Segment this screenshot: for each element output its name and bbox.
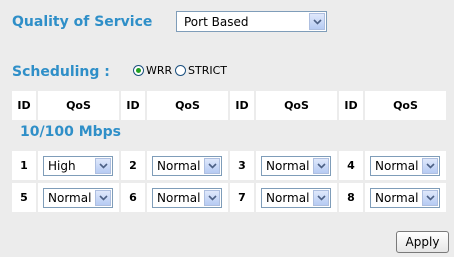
port-id: 5 xyxy=(12,183,36,212)
port-qos-value: Normal xyxy=(157,191,201,205)
port-qos-value: Normal xyxy=(375,191,419,205)
qos-title: Quality of Service xyxy=(12,14,153,30)
column-header-qos: QoS xyxy=(365,91,446,120)
port-id: 7 xyxy=(230,183,254,212)
port-qos-cell: Normal xyxy=(365,183,446,212)
chevron-down-icon[interactable] xyxy=(422,190,438,206)
chevron-down-icon[interactable] xyxy=(313,158,329,174)
apply-button[interactable]: Apply xyxy=(396,231,449,253)
port-qos-value: High xyxy=(48,159,76,173)
port-qos-select[interactable]: Normal xyxy=(261,188,331,208)
port-qos-select[interactable]: Normal xyxy=(370,188,440,208)
column-header-id: ID xyxy=(12,91,36,120)
port-qos-table: ID QoS ID QoS ID QoS ID QoS 10/100 Mbps … xyxy=(12,91,452,214)
port-qos-cell: Normal xyxy=(147,183,228,212)
port-qos-cell: High xyxy=(38,151,119,180)
port-id: 1 xyxy=(12,151,36,180)
chevron-down-icon[interactable] xyxy=(309,13,325,30)
qos-mode-value: Port Based xyxy=(184,15,249,29)
port-id: 4 xyxy=(339,151,363,180)
port-qos-value: Normal xyxy=(48,191,92,205)
chevron-down-icon[interactable] xyxy=(95,190,111,206)
chevron-down-icon[interactable] xyxy=(313,190,329,206)
radio-icon[interactable] xyxy=(133,65,144,76)
port-qos-value: Normal xyxy=(266,191,310,205)
radio-icon[interactable] xyxy=(175,65,186,76)
chevron-down-icon[interactable] xyxy=(422,158,438,174)
port-qos-cell: Normal xyxy=(147,151,228,180)
section-label: 10/100 Mbps xyxy=(20,124,122,140)
port-qos-select[interactable]: Normal xyxy=(261,156,331,176)
scheduling-option-label: WRR xyxy=(146,64,173,77)
column-header-qos: QoS xyxy=(38,91,119,120)
port-qos-cell: Normal xyxy=(256,151,337,180)
chevron-down-icon[interactable] xyxy=(204,158,220,174)
port-qos-cell: Normal xyxy=(365,151,446,180)
port-qos-cell: Normal xyxy=(38,183,119,212)
port-qos-value: Normal xyxy=(266,159,310,173)
column-header-qos: QoS xyxy=(256,91,337,120)
port-qos-select[interactable]: Normal xyxy=(152,156,222,176)
port-qos-select[interactable]: Normal xyxy=(43,188,113,208)
chevron-down-icon[interactable] xyxy=(204,190,220,206)
column-header-qos: QoS xyxy=(147,91,228,120)
scheduling-option-strict[interactable]: STRICT xyxy=(175,64,227,77)
port-qos-select[interactable]: Normal xyxy=(370,156,440,176)
scheduling-option-wrr[interactable]: WRR xyxy=(133,64,172,77)
chevron-down-icon[interactable] xyxy=(95,158,111,174)
port-qos-select[interactable]: Normal xyxy=(152,188,222,208)
port-qos-value: Normal xyxy=(375,159,419,173)
scheduling-label: Scheduling : xyxy=(12,64,110,80)
port-qos-value: Normal xyxy=(157,159,201,173)
port-id: 8 xyxy=(339,183,363,212)
scheduling-option-label: STRICT xyxy=(188,64,227,77)
column-header-id: ID xyxy=(339,91,363,120)
port-qos-cell: Normal xyxy=(256,183,337,212)
port-id: 2 xyxy=(121,151,145,180)
port-qos-select[interactable]: High xyxy=(43,156,113,176)
column-header-id: ID xyxy=(121,91,145,120)
qos-mode-select[interactable]: Port Based xyxy=(176,11,327,32)
column-header-id: ID xyxy=(230,91,254,120)
port-id: 6 xyxy=(121,183,145,212)
port-id: 3 xyxy=(230,151,254,180)
